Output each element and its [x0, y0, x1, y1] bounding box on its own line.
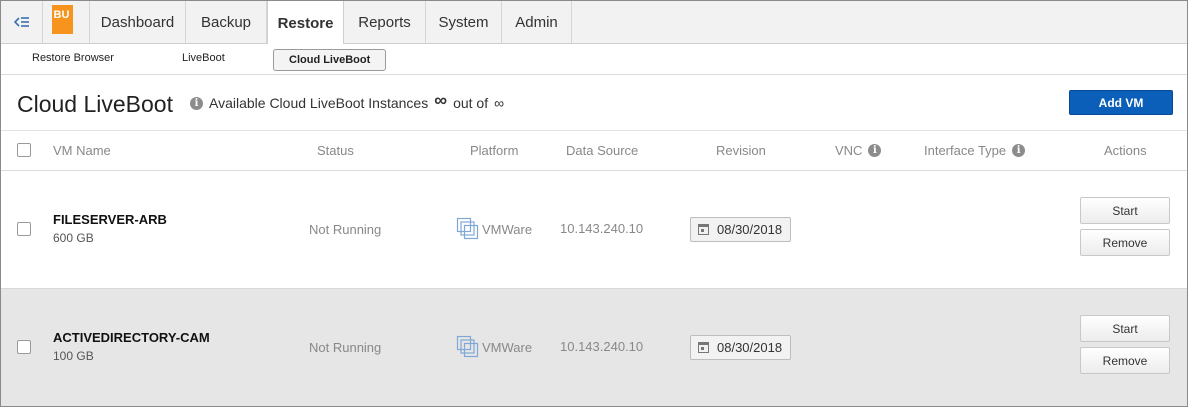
- vm-platform: VMWare: [456, 335, 532, 359]
- column-vm-name: VM Name: [53, 143, 111, 158]
- select-all-checkbox[interactable]: [17, 143, 31, 157]
- tab-system[interactable]: System: [426, 1, 502, 43]
- logo-cell[interactable]: BU: [43, 1, 90, 43]
- out-of-label: out of: [453, 95, 489, 111]
- vm-name: ACTIVEDIRECTORY-CAM: [53, 330, 210, 345]
- tab-admin[interactable]: Admin: [502, 1, 572, 43]
- subtab-liveboot[interactable]: LiveBoot: [182, 52, 225, 64]
- vm-size: 100 GB: [53, 349, 94, 363]
- subtab-cloud-liveboot[interactable]: Cloud LiveBoot: [273, 49, 387, 71]
- tab-restore[interactable]: Restore: [267, 1, 344, 45]
- column-status: Status: [317, 143, 354, 158]
- start-button[interactable]: Start: [1080, 197, 1170, 224]
- vm-platform: VMWare: [456, 217, 532, 241]
- start-button[interactable]: Start: [1080, 315, 1170, 342]
- vm-name: FILESERVER-ARB: [53, 212, 167, 227]
- collapse-menu-icon: [13, 17, 29, 27]
- tab-reports[interactable]: Reports: [344, 1, 426, 43]
- vm-status: Not Running: [309, 222, 382, 237]
- column-actions-label: Actions: [1104, 143, 1147, 158]
- vm-data-source: 10.143.240.10: [560, 221, 644, 236]
- vm-size: 600 GB: [53, 231, 94, 245]
- column-status-label: Status: [317, 143, 354, 158]
- calendar-icon: [698, 224, 709, 235]
- out-of-total: ∞: [494, 95, 505, 111]
- column-data-source-label: Data Source: [566, 143, 639, 158]
- vmware-icon: [456, 335, 479, 358]
- row-checkbox[interactable]: [17, 222, 31, 236]
- calendar-icon: [698, 342, 709, 353]
- remove-button[interactable]: Remove: [1080, 229, 1170, 256]
- vm-data-source: 10.143.240.10: [560, 339, 644, 354]
- interface-type-info-icon[interactable]: i: [1012, 144, 1026, 157]
- vm-platform-label: VMWare: [482, 221, 533, 237]
- column-vnc: VNC i: [835, 143, 882, 158]
- column-vm-name-label: VM Name: [53, 143, 111, 158]
- column-platform-label: Platform: [470, 143, 519, 158]
- row-checkbox[interactable]: [17, 340, 31, 354]
- column-data-source: Data Source: [566, 143, 638, 158]
- column-vnc-label: VNC: [835, 143, 863, 158]
- app-window: BU Dashboard Backup Restore Reports Syst…: [0, 0, 1188, 407]
- vmware-icon: [456, 217, 479, 240]
- column-actions: Actions: [1104, 143, 1147, 158]
- availability-summary: i Available Cloud LiveBoot Instances ∞ o…: [190, 90, 505, 111]
- revision-date: 08/30/2018: [717, 340, 783, 355]
- column-platform: Platform: [470, 143, 518, 158]
- tab-backup[interactable]: Backup: [186, 1, 267, 43]
- revision-date-picker[interactable]: 08/30/2018: [690, 217, 791, 242]
- table-row: ACTIVEDIRECTORY-CAM 100 GB Not Running V…: [1, 289, 1187, 406]
- subtab-restore-browser[interactable]: Restore Browser: [32, 52, 114, 64]
- revision-date: 08/30/2018: [717, 222, 783, 237]
- table-header: VM Name Status Platform Data Source Revi…: [1, 130, 1187, 171]
- top-navigation: BU Dashboard Backup Restore Reports Syst…: [1, 1, 1187, 45]
- vm-platform-label: VMWare: [482, 339, 533, 355]
- tab-dashboard[interactable]: Dashboard: [90, 1, 186, 43]
- column-revision: Revision: [716, 143, 766, 158]
- table-row: FILESERVER-ARB 600 GB Not Running VMWare…: [1, 171, 1187, 289]
- page-title: Cloud LiveBoot: [17, 91, 173, 117]
- column-interface-type: Interface Type i: [924, 143, 1026, 158]
- info-icon[interactable]: i: [190, 96, 203, 110]
- column-revision-label: Revision: [716, 143, 766, 158]
- available-label: Available Cloud LiveBoot Instances: [209, 95, 429, 111]
- remove-button[interactable]: Remove: [1080, 347, 1170, 374]
- vnc-info-icon[interactable]: i: [868, 144, 882, 157]
- revision-date-picker[interactable]: 08/30/2018: [690, 335, 791, 360]
- sub-navigation: Restore Browser LiveBoot Cloud LiveBoot: [1, 44, 1187, 75]
- available-count: ∞: [434, 89, 448, 110]
- column-interface-type-label: Interface Type: [924, 143, 1007, 158]
- vm-status: Not Running: [309, 340, 382, 355]
- nav-toggle-button[interactable]: [1, 1, 43, 43]
- add-vm-button[interactable]: Add VM: [1069, 90, 1173, 115]
- brand-logo: BU: [51, 4, 73, 34]
